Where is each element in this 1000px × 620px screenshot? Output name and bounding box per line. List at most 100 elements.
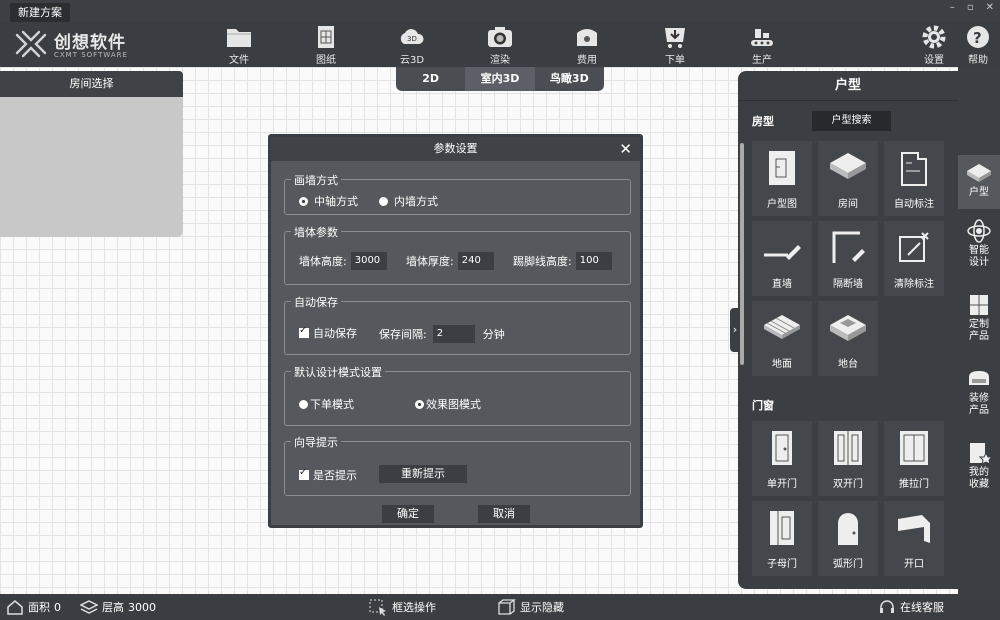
item-floorplan[interactable]: 户型图 bbox=[752, 141, 812, 216]
cart-icon bbox=[665, 28, 685, 48]
box-select-button[interactable]: 框选操作 bbox=[368, 594, 436, 620]
toolbar-help-label: 帮助 bbox=[968, 55, 988, 66]
online-support-button[interactable]: 在线客服 bbox=[878, 594, 944, 620]
item-auto-dimension[interactable]: 自动标注 bbox=[884, 141, 944, 216]
item-floor[interactable]: 地面 bbox=[752, 301, 812, 376]
online-support-label: 在线客服 bbox=[900, 601, 944, 614]
dialog-close-icon[interactable]: ✕ bbox=[619, 137, 632, 161]
baseboard-height-input[interactable]: 100 bbox=[575, 252, 612, 270]
window-title[interactable]: 新建方案 bbox=[10, 3, 70, 22]
cube-icon bbox=[498, 599, 516, 615]
title-bar: 新建方案 – ▫ ✕ bbox=[0, 0, 1000, 22]
toolbar-settings-button[interactable]: 设置 bbox=[909, 24, 959, 66]
room-select-title: 房间选择 bbox=[0, 71, 183, 97]
wall-params-title: 墙体参数 bbox=[291, 224, 341, 240]
house-type-panel: 户型 房型 户型搜索 户型图 房间 自动标注 直墙 隔断墙 清除标注 地面 地台… bbox=[738, 71, 958, 589]
guide-checkbox[interactable]: 是否提示 bbox=[299, 467, 357, 483]
tab-2d[interactable]: 2D bbox=[396, 67, 465, 91]
sidebar-item-house-type[interactable]: 户型 bbox=[958, 155, 1000, 209]
toolbar-production-button[interactable]: 生产 bbox=[737, 24, 787, 66]
sidebar-item-custom-product[interactable]: 定制 产品 bbox=[958, 291, 1000, 343]
wall-thickness-row: 墙体厚度: 240 bbox=[406, 252, 494, 270]
svg-text:3D: 3D bbox=[407, 35, 417, 43]
item-clear-dimension[interactable]: 清除标注 bbox=[884, 221, 944, 296]
toolbar-help-button[interactable]: ? 帮助 bbox=[953, 24, 1000, 66]
radio-render-mode[interactable]: 效果图模式 bbox=[415, 396, 481, 412]
toolbar-cloud3d-label: 云3D bbox=[399, 55, 425, 66]
layers-icon bbox=[80, 600, 98, 614]
dialog-header: 参数设置 ✕ bbox=[271, 137, 640, 161]
maximize-button[interactable]: ▫ bbox=[967, 2, 974, 13]
autosave-interval-input[interactable]: 2 bbox=[432, 325, 475, 343]
auto-dimension-icon bbox=[901, 152, 927, 186]
panel-scrollbar[interactable] bbox=[740, 143, 744, 365]
item-sliding-door[interactable]: 推拉门 bbox=[884, 421, 944, 496]
toolbar-drawing-button[interactable]: 图纸 bbox=[301, 24, 351, 66]
tab-birdseye-3d[interactable]: 鸟瞰3D bbox=[535, 67, 604, 91]
sidebar-item-favorites[interactable]: 我的 收藏 bbox=[958, 439, 1000, 491]
cancel-button[interactable]: 取消 bbox=[478, 505, 530, 523]
item-arch-door[interactable]: 弧形门 bbox=[818, 501, 878, 576]
autosave-interval-row: 保存间隔: 2 分钟 bbox=[379, 325, 505, 343]
toolbar-cost-label: 费用 bbox=[577, 55, 597, 66]
item-straight-wall[interactable]: 直墙 bbox=[752, 221, 812, 296]
wall-thickness-label: 墙体厚度: bbox=[406, 255, 454, 268]
sidebar-ai-design-line1: 智能 bbox=[969, 245, 989, 256]
dialog-title: 参数设置 bbox=[433, 142, 478, 155]
svg-text:?: ? bbox=[973, 29, 982, 47]
item-partition-wall[interactable]: 隔断墙 bbox=[818, 221, 878, 296]
doors-section-title: 门窗 bbox=[752, 399, 774, 412]
radio-selected-icon bbox=[415, 399, 424, 409]
minimize-button[interactable]: – bbox=[950, 2, 955, 13]
item-partition-wall-label: 隔断墙 bbox=[833, 279, 863, 290]
wall-params-group: 墙体参数 墙体高度: 3000 墙体厚度: 240 踢脚线高度: 100 bbox=[284, 224, 631, 285]
radio-center-axis[interactable]: 中轴方式 bbox=[299, 193, 358, 209]
checkbox-checked-icon bbox=[299, 467, 309, 480]
ok-button[interactable]: 确定 bbox=[382, 505, 434, 523]
sidebar-decor-product-line2: 产品 bbox=[969, 405, 989, 416]
wall-height-input[interactable]: 3000 bbox=[350, 252, 387, 270]
item-mother-child-door[interactable]: 子母门 bbox=[752, 501, 812, 576]
show-hide-button[interactable]: 显示隐藏 bbox=[496, 594, 564, 620]
item-floorplan-label: 户型图 bbox=[767, 199, 797, 210]
sidebar-item-ai-design[interactable]: 智能 设计 bbox=[958, 217, 1000, 269]
folder-icon bbox=[227, 29, 251, 47]
house-type-search-button[interactable]: 户型搜索 bbox=[812, 111, 891, 131]
radio-inner-wall[interactable]: 内墙方式 bbox=[379, 193, 438, 209]
item-double-door[interactable]: 双开门 bbox=[818, 421, 878, 496]
category-sidebar: 户型 智能 设计 定制 产品 装修 产品 我的 收藏 bbox=[958, 67, 1000, 594]
wall-mode-group: 画墙方式 中轴方式 内墙方式 bbox=[284, 172, 631, 215]
close-window-button[interactable]: ✕ bbox=[986, 2, 994, 13]
toolbar-cost-button[interactable]: 费用 bbox=[562, 24, 612, 66]
sidebar-ai-design-line2: 设计 bbox=[969, 257, 989, 268]
item-opening[interactable]: 开口 bbox=[884, 501, 944, 576]
item-platform[interactable]: 地台 bbox=[818, 301, 878, 376]
wall-height-row: 墙体高度: 3000 bbox=[299, 252, 387, 270]
radio-render-mode-label: 效果图模式 bbox=[426, 398, 481, 411]
wall-thickness-input[interactable]: 240 bbox=[457, 252, 494, 270]
radio-order-mode[interactable]: 下单模式 bbox=[299, 396, 354, 412]
toolbar-render-button[interactable]: 渲染 bbox=[475, 24, 525, 66]
custom-product-icon bbox=[970, 295, 988, 315]
house-type-panel-title: 户型 bbox=[738, 71, 958, 101]
factory-icon bbox=[751, 29, 773, 46]
sidebar-custom-product-line2: 产品 bbox=[969, 331, 989, 342]
gear-icon bbox=[922, 25, 946, 49]
autosave-checkbox[interactable]: 自动保存 bbox=[299, 325, 357, 341]
sidebar-decor-product-line1: 装修 bbox=[969, 393, 989, 404]
room-type-section-title: 房型 bbox=[752, 115, 774, 128]
toolbar-order-button[interactable]: 下单 bbox=[650, 24, 700, 66]
reset-guide-button[interactable]: 重新提示 bbox=[379, 465, 467, 483]
sidebar-item-decor-product[interactable]: 装修 产品 bbox=[958, 365, 1000, 417]
toolbar-file-button[interactable]: 文件 bbox=[214, 24, 264, 66]
toolbar-cloud3d-button[interactable]: 3D 云3D bbox=[387, 24, 437, 66]
view-mode-tabs: 2D 室内3D 鸟瞰3D bbox=[396, 67, 604, 91]
cloud-3d-icon: 3D bbox=[400, 29, 424, 44]
item-room[interactable]: 房间 bbox=[818, 141, 878, 216]
sidebar-custom-product-line1: 定制 bbox=[969, 319, 989, 330]
tab-interior-3d[interactable]: 室内3D bbox=[465, 67, 535, 91]
item-room-label: 房间 bbox=[838, 199, 858, 210]
item-single-door[interactable]: 单开门 bbox=[752, 421, 812, 496]
sidebar-house-type-label: 户型 bbox=[969, 187, 989, 198]
box-select-icon bbox=[369, 599, 386, 616]
